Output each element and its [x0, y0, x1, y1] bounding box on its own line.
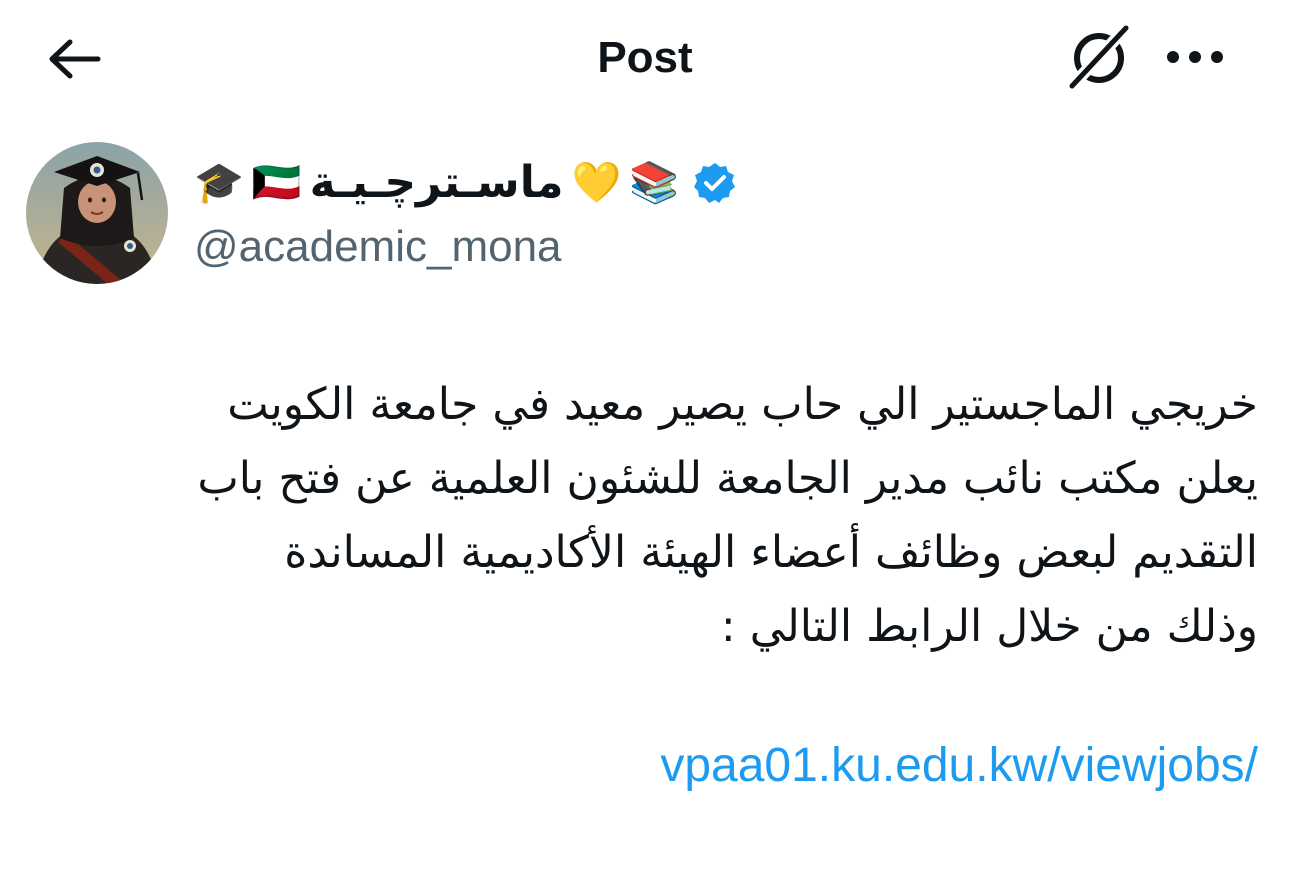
- top-bar: Post: [0, 0, 1290, 118]
- avatar[interactable]: [26, 142, 168, 284]
- graduation-cap-emoji: 🎓: [194, 160, 244, 206]
- post-link[interactable]: vpaa01.ku.edu.kw/viewjobs/: [660, 736, 1258, 796]
- books-emoji: 📚: [629, 160, 680, 206]
- author-name-row[interactable]: 🎓 🇰🇼 ماسـترچـيـة 💛 📚: [194, 150, 737, 216]
- grok-icon: [1066, 22, 1132, 92]
- kuwait-flag-emoji: 🇰🇼: [251, 160, 302, 206]
- author-handle[interactable]: @academic_mona: [194, 220, 562, 274]
- post-text: خريجي الماجستير الي حاب يصير معيد في جام…: [197, 379, 1258, 652]
- yellow-heart-emoji: 💛: [571, 160, 622, 206]
- more-horizontal-icon: [1167, 51, 1223, 63]
- author-display-name: ماسـترچـيـة: [309, 157, 564, 208]
- grok-button[interactable]: [1062, 20, 1136, 94]
- more-button[interactable]: [1160, 24, 1230, 90]
- verified-badge-icon: [693, 161, 737, 205]
